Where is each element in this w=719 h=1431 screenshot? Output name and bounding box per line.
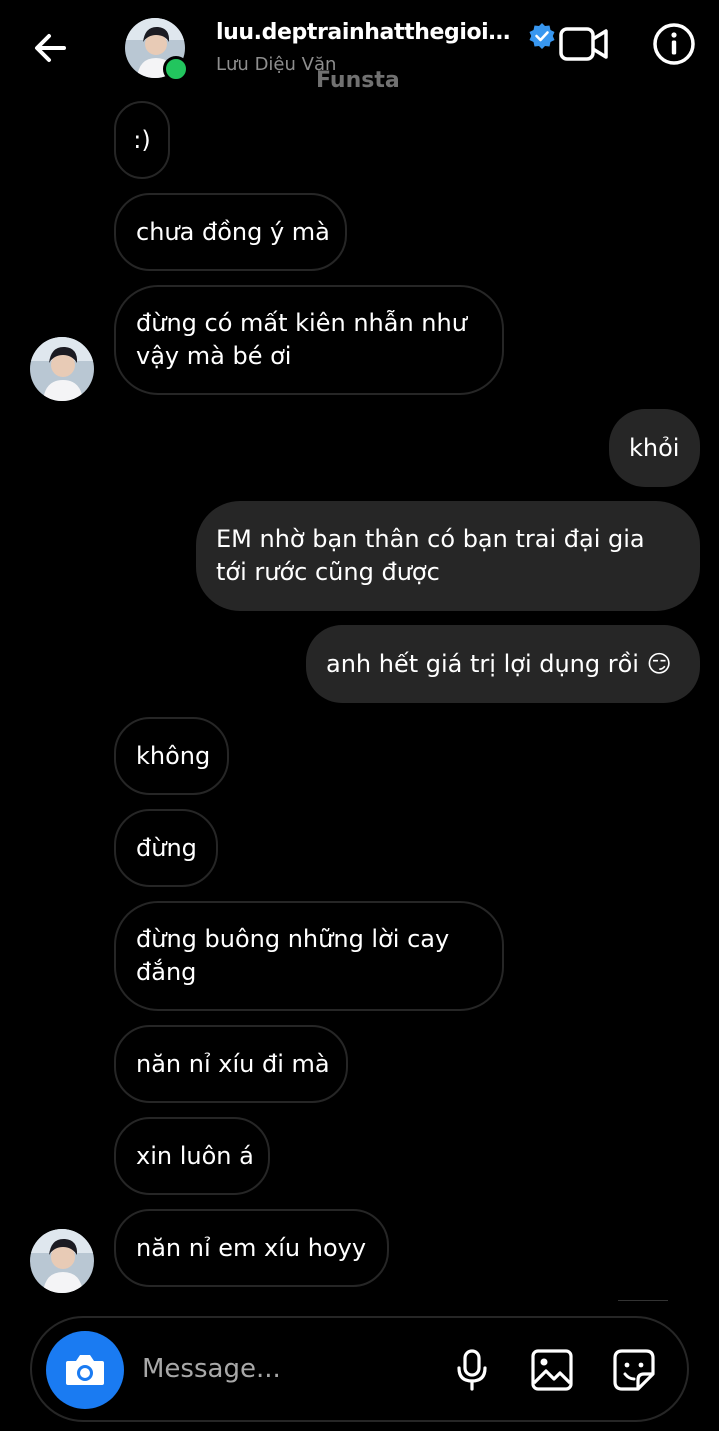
message-bubble-incoming[interactable]: chưa đồng ý mà	[114, 193, 347, 271]
message-bubble-incoming[interactable]: năn nỉ em xíu hoyy	[114, 1209, 389, 1287]
divider	[618, 1300, 668, 1301]
gallery-icon[interactable]	[530, 1348, 574, 1392]
camera-button[interactable]	[46, 1331, 124, 1409]
info-icon[interactable]	[652, 22, 696, 66]
online-status-dot	[163, 56, 189, 82]
message-bubble-incoming[interactable]: đừng buông những lời cay đắng	[114, 901, 504, 1011]
video-call-icon[interactable]	[558, 24, 610, 64]
sticker-icon[interactable]	[612, 1348, 656, 1392]
message-bubble-incoming[interactable]: :)	[114, 101, 170, 179]
message-bubble-outgoing[interactable]: anh hết giá trị lợi dụng rồi 😏	[306, 625, 700, 703]
sender-avatar[interactable]	[30, 1229, 94, 1293]
message-bubble-outgoing[interactable]: khỏi	[609, 409, 700, 487]
message-composer	[30, 1316, 689, 1422]
message-bubble-outgoing[interactable]: EM nhờ bạn thân có bạn trai đại gia tới …	[196, 501, 700, 611]
verified-badge-icon	[529, 23, 555, 49]
message-bubble-incoming[interactable]: đừng	[114, 809, 218, 887]
chat-header: luu.deptrainhatthegioi.dieu... Lưu Diệu …	[0, 0, 719, 95]
microphone-icon[interactable]	[450, 1348, 494, 1392]
chat-username[interactable]: luu.deptrainhatthegioi.dieu...	[216, 20, 516, 45]
message-bubble-incoming[interactable]: không	[114, 717, 229, 795]
camera-icon	[66, 1355, 104, 1385]
message-bubble-incoming[interactable]: xin luôn á	[114, 1117, 270, 1195]
message-bubble-incoming[interactable]: năn nỉ xíu đi mà	[114, 1025, 348, 1103]
sender-avatar[interactable]	[30, 337, 94, 401]
message-bubble-incoming[interactable]: đừng có mất kiên nhẫn như vậy mà bé ơi	[114, 285, 504, 395]
back-arrow-icon[interactable]	[30, 28, 70, 68]
message-input[interactable]	[142, 1346, 422, 1392]
watermark-text: Funsta	[316, 68, 400, 93]
